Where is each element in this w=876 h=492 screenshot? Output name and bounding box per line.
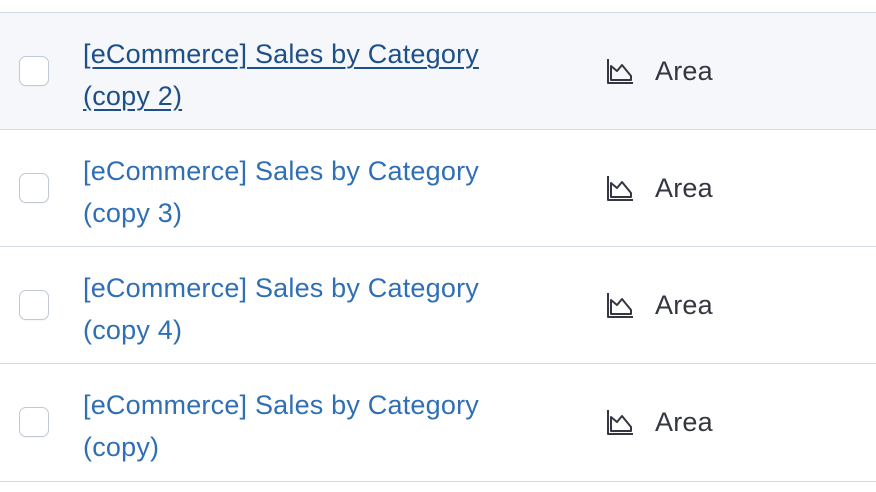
visualization-type-label: Area (655, 172, 713, 203)
visualizations-table: [eCommerce] Sales by Category (copy 2) A… (0, 12, 876, 482)
table-row: [eCommerce] Sales by Category (copy 4) A… (0, 246, 876, 363)
visualization-title-link[interactable]: [eCommerce] Sales by Category (copy 2) (83, 33, 543, 117)
visualization-type: Area (604, 288, 713, 322)
area-chart-icon (607, 59, 633, 84)
visualization-type: Area (604, 171, 713, 205)
row-select-checkbox[interactable] (19, 173, 49, 203)
area-chart-icon (607, 410, 633, 435)
visualization-type: Area (604, 405, 713, 439)
visualization-type-label: Area (655, 289, 713, 320)
visualization-title-link[interactable]: [eCommerce] Sales by Category (copy) (83, 384, 543, 468)
visualization-type-label: Area (655, 55, 713, 86)
row-select-checkbox[interactable] (19, 407, 49, 437)
table-row: [eCommerce] Sales by Category (copy 2) A… (0, 12, 876, 129)
row-select-checkbox[interactable] (19, 290, 49, 320)
visualization-title-link[interactable]: [eCommerce] Sales by Category (copy 3) (83, 150, 543, 234)
table-row: [eCommerce] Sales by Category (copy) Are… (0, 363, 876, 482)
area-chart-icon (607, 293, 633, 318)
visualization-type: Area (604, 54, 713, 88)
row-select-checkbox[interactable] (19, 56, 49, 86)
visualization-title-link[interactable]: [eCommerce] Sales by Category (copy 4) (83, 267, 543, 351)
visualization-type-label: Area (655, 406, 713, 437)
area-chart-icon (607, 176, 633, 201)
table-row: [eCommerce] Sales by Category (copy 3) A… (0, 129, 876, 246)
